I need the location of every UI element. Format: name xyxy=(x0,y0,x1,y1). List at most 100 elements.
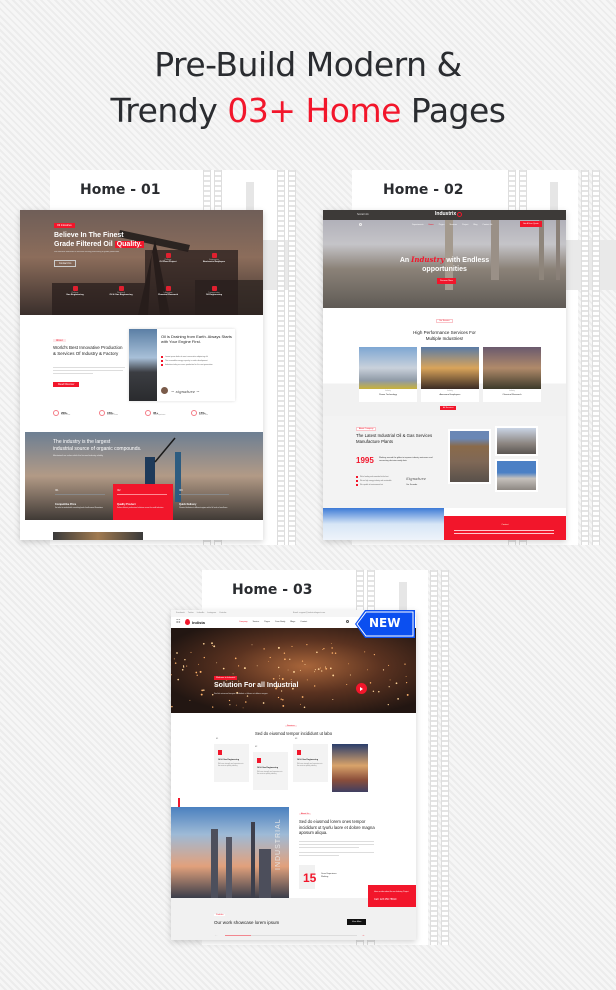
city-light xyxy=(317,668,320,670)
service-item[interactable]: Lubrication Chemical Research xyxy=(145,286,191,296)
city-light xyxy=(281,678,284,680)
service-item[interactable]: Research Oil & Gas Engineering xyxy=(98,286,144,296)
home2-hero-button[interactable]: Discover More xyxy=(437,278,456,284)
city-light xyxy=(229,704,231,706)
city-light xyxy=(378,691,380,693)
home2-services-button[interactable]: All Services xyxy=(440,406,457,410)
check-text: We're leading and committed to the best xyxy=(360,476,389,478)
stat-icon xyxy=(99,410,105,416)
city-light xyxy=(301,660,304,662)
stat-item: 170+ Awards Won xyxy=(191,410,208,416)
arrow-right-icon[interactable]: → xyxy=(361,933,365,937)
check-item: The renewable energy capacity is under d… xyxy=(161,360,233,362)
nav-item[interactable]: Project xyxy=(462,224,468,226)
nav-item[interactable]: Departments xyxy=(412,224,423,226)
home1-hero-tag: Oil Industries xyxy=(54,223,75,228)
service-item[interactable]: Refinery Gas Engineering xyxy=(52,286,98,296)
city-light xyxy=(316,651,318,654)
home3-years: 15 xyxy=(303,871,317,885)
nav-item[interactable]: Company xyxy=(239,621,248,623)
home3-showcase-button[interactable]: View More xyxy=(347,919,367,925)
city-light xyxy=(222,667,225,670)
search-icon[interactable] xyxy=(346,620,349,623)
city-light xyxy=(251,644,253,646)
city-light xyxy=(281,690,283,692)
card-number: 03 xyxy=(295,738,298,740)
service-card[interactable]: Industry Awesome Employees xyxy=(421,347,479,402)
home2-preview[interactable]: Social Info Industrix Departments Home Pag… xyxy=(323,210,566,540)
home1-about-title: World's Best Innovative Production & Ser… xyxy=(53,345,123,356)
service-card[interactable]: Oil & Gas Engineering We have strength an… xyxy=(214,744,249,782)
city-light xyxy=(268,661,269,662)
nav-item[interactable]: Home xyxy=(428,224,433,226)
city-light xyxy=(183,666,185,668)
city-light xyxy=(314,669,316,671)
city-light xyxy=(303,706,306,709)
breadcrumb-item[interactable]: Instagram xyxy=(207,612,216,614)
refinery-image xyxy=(171,807,289,898)
service-item[interactable]: Engineering Bueisness Employee xyxy=(191,253,237,263)
city-light xyxy=(277,666,280,669)
city-light xyxy=(235,704,237,706)
rig-icon xyxy=(257,758,261,763)
service-card[interactable]: Industry Power Technology xyxy=(359,347,417,402)
city-light xyxy=(334,652,337,655)
play-button[interactable] xyxy=(356,683,367,694)
rig-icon xyxy=(297,750,301,755)
city-light xyxy=(203,656,205,659)
home3-call-cta[interactable]: Have an idea about the our Industry Proj… xyxy=(368,885,416,907)
play-icon xyxy=(360,686,363,691)
city-light xyxy=(304,664,306,665)
service-name: Power Technology xyxy=(379,394,397,396)
service-text: We have strength and experience in the s… xyxy=(218,764,244,768)
home3-hero-subtitle: Sed do eiusmod tempor incididunt ut labo… xyxy=(214,693,268,695)
feature-card[interactable]: /03 Quick Delivery Chemical deliveries to … xyxy=(175,484,235,520)
nav-item[interactable]: Blog xyxy=(473,224,477,226)
city-light xyxy=(181,668,184,671)
logo-drop-icon xyxy=(457,212,462,217)
refinery-sunset-image xyxy=(332,744,368,792)
service-item[interactable]: Refinery Oil Plant Project xyxy=(145,253,191,263)
breadcrumb-item[interactable]: Youtube xyxy=(219,612,226,614)
service-name: Oil Plant Project xyxy=(159,261,177,263)
home3-preview[interactable]: Facebook Twitter LinkedIn Instagram Youtube … xyxy=(171,610,416,940)
service-card[interactable]: Industry Chemical Research xyxy=(483,347,541,402)
city-light xyxy=(201,689,204,692)
search-icon[interactable] xyxy=(359,223,362,226)
home1-hero-title-line2: Grade Filtered Oil xyxy=(54,241,113,248)
nav-item[interactable]: Pages xyxy=(439,224,445,226)
home2-hero: Social Info Industrix Departments Home Pag… xyxy=(323,210,566,308)
nav-item[interactable]: Case Study xyxy=(275,621,285,623)
service-name: Chemical Research xyxy=(502,394,522,396)
breadcrumb-item[interactable]: Facebook xyxy=(176,612,185,614)
nav-item[interactable]: Pages xyxy=(264,621,270,623)
arrow-left-icon[interactable]: ← xyxy=(214,933,218,937)
nav-item[interactable]: Service xyxy=(253,621,260,623)
city-light xyxy=(367,669,369,671)
home2-year: 1995 xyxy=(356,456,374,465)
check-item: Lorem ipsum dolor sit amet consectetur a… xyxy=(161,356,233,358)
home1-banner-title: The industry is the largest industrial s… xyxy=(53,439,141,452)
feature-card[interactable]: /02 Quality Product Deliver efficient, pro… xyxy=(113,484,173,520)
breadcrumb-item[interactable]: Twitter xyxy=(188,612,194,614)
city-light xyxy=(203,689,205,691)
home3-logo[interactable]: Indista xyxy=(192,620,205,625)
home2-cta-button[interactable]: Get A Free Quote xyxy=(520,221,542,227)
service-card[interactable]: Oil & Gas Engineering We have strength an… xyxy=(253,752,288,790)
service-card[interactable]: Oil & Gas Engineering We have strength an… xyxy=(293,744,328,782)
feature-card[interactable]: /01 Competitive Price Get what is needed w… xyxy=(51,484,111,520)
nav-item[interactable]: Contact xyxy=(300,621,307,623)
nav-item[interactable]: Blogs xyxy=(290,621,295,623)
stat-label: Excellent Team xyxy=(107,414,118,416)
feature-progress xyxy=(55,494,105,495)
home1-preview[interactable]: Oil Industries Believe In The Finest Gra… xyxy=(20,210,263,540)
breadcrumb-item[interactable]: LinkedIn xyxy=(197,612,205,614)
city-light xyxy=(277,646,280,649)
home3-years-label: Years Experience Working xyxy=(321,873,337,878)
home1-about-button[interactable]: Read Discover xyxy=(53,382,80,387)
home2-logo[interactable]: Industrix xyxy=(435,211,456,217)
grid-menu-icon[interactable]: ☷ xyxy=(176,620,180,625)
nav-item[interactable]: Contact Us xyxy=(482,224,492,226)
nav-item[interactable]: Services xyxy=(449,224,457,226)
service-item[interactable]: Transportation Oil Engineering xyxy=(191,286,237,296)
